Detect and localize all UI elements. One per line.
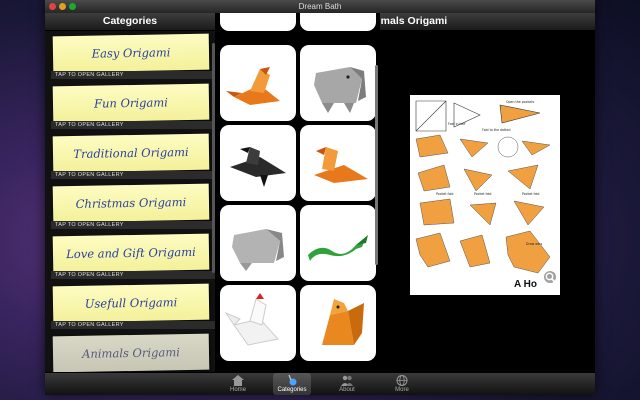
- svg-text:Fold in half: Fold in half: [448, 122, 466, 126]
- category-label: Traditional Origami: [52, 133, 210, 173]
- tab-categories[interactable]: Categories: [273, 373, 311, 395]
- close-window-button[interactable]: [49, 3, 56, 10]
- tap-to-open-gallery[interactable]: TAP TO OPEN GALLERY: [51, 71, 215, 79]
- green-snake-origami-icon: [308, 235, 368, 261]
- tap-to-open-gallery[interactable]: TAP TO OPEN GALLERY: [51, 271, 215, 279]
- home-icon: [232, 375, 244, 386]
- tab-bar: Home Categories About More: [45, 372, 595, 395]
- svg-text:Pocket fold: Pocket fold: [436, 192, 453, 196]
- black-crow-origami-icon: [230, 147, 286, 187]
- horse-folding-diagram: Fold in half Fold to the dotted Open the…: [415, 100, 551, 274]
- diagram-caption: A Ho: [514, 279, 537, 290]
- globe-icon: [396, 375, 408, 386]
- gallery-thumbnail-gray-elephant[interactable]: [300, 45, 376, 121]
- categories-icon: [288, 375, 297, 386]
- gallery-thumbnail-orange-squirrel[interactable]: [300, 285, 376, 361]
- gallery-thumbnail-gray-elephant-2[interactable]: [220, 205, 296, 281]
- tap-to-open-gallery[interactable]: TAP TO OPEN GALLERY: [51, 121, 215, 129]
- category-love-and-gift-origami[interactable]: Love and Gift Origami TAP TO OPEN GALLER…: [51, 233, 215, 281]
- tab-more[interactable]: More: [383, 373, 421, 395]
- category-animals-origami[interactable]: Animals Origami: [51, 333, 210, 372]
- gallery-thumbnail-black-crow[interactable]: [220, 125, 296, 201]
- zoom-magnifier-icon[interactable]: [543, 270, 559, 286]
- gallery-thumbnail-orange-bird[interactable]: [220, 45, 296, 121]
- gallery-scrollbar[interactable]: [375, 65, 378, 265]
- app-window: Dream Bath Categories Easy Origami TAP T…: [45, 0, 595, 395]
- gray-elephant-origami-icon: [232, 229, 284, 271]
- category-label: Fun Origami: [52, 83, 210, 123]
- zoom-window-button[interactable]: [69, 3, 76, 10]
- about-icon: [341, 375, 353, 386]
- category-label: Love and Gift Origami: [52, 233, 210, 273]
- diagram-viewer: Fold in half Fold to the dotted Open the…: [380, 31, 595, 372]
- gray-elephant-origami-icon: [314, 67, 366, 113]
- svg-text:Draw ears: Draw ears: [526, 242, 543, 246]
- tab-label: Categories: [277, 387, 307, 393]
- tab-about[interactable]: About: [328, 373, 366, 395]
- svg-text:Pocket fold: Pocket fold: [474, 192, 491, 196]
- tap-to-open-gallery[interactable]: TAP TO OPEN GALLERY: [51, 221, 215, 229]
- window-controls: [49, 3, 76, 10]
- category-label: Christmas Origami: [52, 183, 210, 223]
- tap-to-open-gallery[interactable]: TAP TO OPEN GALLERY: [51, 171, 215, 179]
- white-rooster-origami-icon: [224, 293, 279, 346]
- category-christmas-origami[interactable]: Christmas Origami TAP TO OPEN GALLERY: [51, 183, 215, 231]
- svg-text:Pocket fold: Pocket fold: [522, 192, 539, 196]
- tab-label: Home: [229, 387, 246, 393]
- categories-title: Categories: [45, 13, 215, 31]
- categories-panel: Categories Easy Origami TAP TO OPEN GALL…: [45, 13, 215, 372]
- category-label: Animals Origami: [52, 333, 210, 372]
- category-label: Usefull Origami: [52, 283, 210, 323]
- svg-text:Open the pockets: Open the pockets: [506, 100, 534, 104]
- category-label: Easy Origami: [52, 33, 210, 73]
- orange-bird-origami-icon: [314, 147, 368, 183]
- category-traditional-origami[interactable]: Traditional Origami TAP TO OPEN GALLERY: [51, 133, 215, 181]
- origami-diagram[interactable]: Fold in half Fold to the dotted Open the…: [410, 95, 560, 295]
- category-easy-origami[interactable]: Easy Origami TAP TO OPEN GALLERY: [51, 33, 215, 81]
- orange-squirrel-origami-icon: [322, 299, 364, 345]
- gallery-thumbnail[interactable]: [220, 13, 296, 31]
- svg-text:Fold to the dotted: Fold to the dotted: [482, 128, 511, 132]
- tab-home[interactable]: Home: [219, 373, 257, 395]
- gallery-thumbnail[interactable]: [300, 13, 376, 31]
- gallery-grid: [216, 13, 380, 372]
- gallery-thumbnail-green-snake[interactable]: [300, 205, 376, 281]
- window-title: Dream Bath: [298, 2, 342, 11]
- tab-label: About: [339, 387, 355, 393]
- orange-bird-origami-icon: [226, 67, 280, 105]
- tap-to-open-gallery[interactable]: TAP TO OPEN GALLERY: [51, 321, 215, 329]
- categories-scrollbar[interactable]: [212, 43, 215, 273]
- gallery-thumbnail-orange-bird-2[interactable]: [300, 125, 376, 201]
- category-usefull-origami[interactable]: Usefull Origami TAP TO OPEN GALLERY: [51, 283, 215, 331]
- category-fun-origami[interactable]: Fun Origami TAP TO OPEN GALLERY: [51, 83, 215, 131]
- gallery-thumbnail-white-rooster[interactable]: [220, 285, 296, 361]
- title-bar: Dream Bath: [45, 0, 595, 13]
- tab-label: More: [395, 387, 409, 393]
- minimize-window-button[interactable]: [59, 3, 66, 10]
